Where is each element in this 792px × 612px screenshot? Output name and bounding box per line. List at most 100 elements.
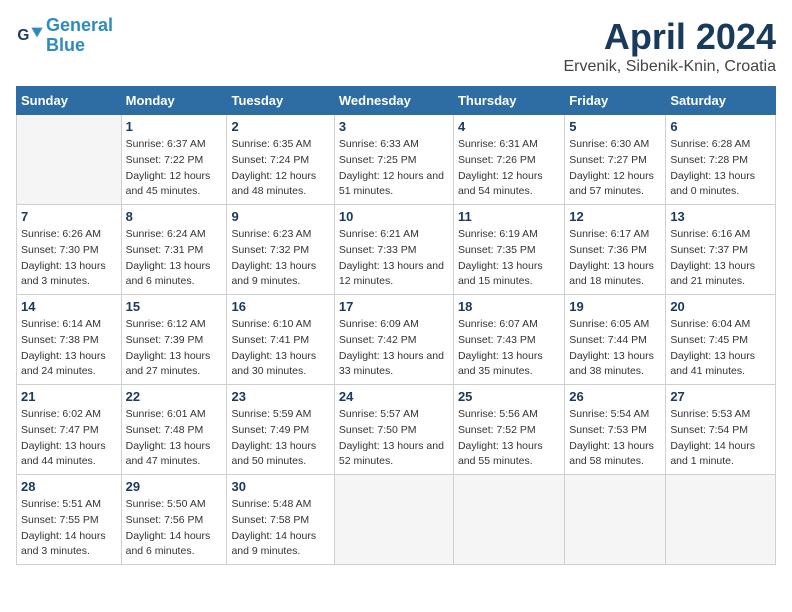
calendar-cell: 1 Sunrise: 6:37 AMSunset: 7:22 PMDaylight…: [121, 115, 227, 205]
day-info: Sunrise: 5:59 AMSunset: 7:49 PMDaylight:…: [231, 407, 329, 470]
day-info: Sunrise: 6:30 AMSunset: 7:27 PMDaylight:…: [569, 137, 661, 200]
calendar-cell: [453, 475, 564, 565]
day-number: 19: [569, 299, 661, 314]
calendar-cell: 24Sunrise: 5:57 AMSunset: 7:50 PMDayligh…: [334, 385, 453, 475]
page-header: G GeneralBlue April 2024 Ervenik, Sibeni…: [16, 16, 776, 76]
calendar-week-3: 14 Sunrise: 6:14 AMSunset: 7:38 PMDayligh…: [17, 295, 776, 385]
calendar-cell: 11 Sunrise: 6:19 AMSunset: 7:35 PMDayligh…: [453, 205, 564, 295]
day-info: Sunrise: 6:16 AMSunset: 7:37 PMDaylight:…: [670, 227, 771, 290]
day-info: Sunrise: 6:09 AMSunset: 7:42 PMDaylight:…: [339, 317, 449, 380]
day-number: 21: [21, 389, 117, 404]
day-number: 11: [458, 209, 560, 224]
day-info: Sunrise: 6:24 AMSunset: 7:31 PMDaylight:…: [126, 227, 223, 290]
day-info: Sunrise: 6:26 AMSunset: 7:30 PMDaylight:…: [21, 227, 117, 290]
calendar-cell: 29 Sunrise: 5:50 AMSunset: 7:56 PMDayligh…: [121, 475, 227, 565]
calendar-cell: 10Sunrise: 6:21 AMSunset: 7:33 PMDayligh…: [334, 205, 453, 295]
calendar-cell: 15 Sunrise: 6:12 AMSunset: 7:39 PMDayligh…: [121, 295, 227, 385]
header-day-tuesday: Tuesday: [227, 87, 334, 115]
day-number: 16: [231, 299, 329, 314]
day-info: Sunrise: 6:12 AMSunset: 7:39 PMDaylight:…: [126, 317, 223, 380]
day-info: Sunrise: 6:02 AMSunset: 7:47 PMDaylight:…: [21, 407, 117, 470]
day-number: 12: [569, 209, 661, 224]
logo: G GeneralBlue: [16, 16, 113, 56]
day-number: 8: [126, 209, 223, 224]
day-number: 20: [670, 299, 771, 314]
calendar-cell: 23 Sunrise: 5:59 AMSunset: 7:49 PMDayligh…: [227, 385, 334, 475]
header-day-monday: Monday: [121, 87, 227, 115]
calendar-header: SundayMondayTuesdayWednesdayThursdayFrid…: [17, 87, 776, 115]
day-number: 22: [126, 389, 223, 404]
calendar-cell: 20 Sunrise: 6:04 AMSunset: 7:45 PMDayligh…: [666, 295, 776, 385]
day-info: Sunrise: 5:51 AMSunset: 7:55 PMDaylight:…: [21, 497, 117, 560]
day-info: Sunrise: 5:48 AMSunset: 7:58 PMDaylight:…: [231, 497, 329, 560]
day-number: 25: [458, 389, 560, 404]
day-info: Sunrise: 6:17 AMSunset: 7:36 PMDaylight:…: [569, 227, 661, 290]
calendar-week-1: 1 Sunrise: 6:37 AMSunset: 7:22 PMDaylight…: [17, 115, 776, 205]
header-row: SundayMondayTuesdayWednesdayThursdayFrid…: [17, 87, 776, 115]
day-number: 4: [458, 119, 560, 134]
day-number: 1: [126, 119, 223, 134]
calendar-body: 1 Sunrise: 6:37 AMSunset: 7:22 PMDaylight…: [17, 115, 776, 565]
day-info: Sunrise: 5:56 AMSunset: 7:52 PMDaylight:…: [458, 407, 560, 470]
day-number: 2: [231, 119, 329, 134]
day-number: 3: [339, 119, 449, 134]
calendar-cell: 18Sunrise: 6:07 AMSunset: 7:43 PMDayligh…: [453, 295, 564, 385]
day-number: 23: [231, 389, 329, 404]
day-info: Sunrise: 6:23 AMSunset: 7:32 PMDaylight:…: [231, 227, 329, 290]
calendar-week-2: 7 Sunrise: 6:26 AMSunset: 7:30 PMDaylight…: [17, 205, 776, 295]
calendar-cell: 27Sunrise: 5:53 AMSunset: 7:54 PMDayligh…: [666, 385, 776, 475]
calendar-week-5: 28 Sunrise: 5:51 AMSunset: 7:55 PMDayligh…: [17, 475, 776, 565]
day-number: 30: [231, 479, 329, 494]
day-info: Sunrise: 6:01 AMSunset: 7:48 PMDaylight:…: [126, 407, 223, 470]
day-number: 28: [21, 479, 117, 494]
header-day-thursday: Thursday: [453, 87, 564, 115]
day-number: 14: [21, 299, 117, 314]
day-number: 17: [339, 299, 449, 314]
day-info: Sunrise: 6:04 AMSunset: 7:45 PMDaylight:…: [670, 317, 771, 380]
header-day-wednesday: Wednesday: [334, 87, 453, 115]
day-number: 15: [126, 299, 223, 314]
day-info: Sunrise: 6:37 AMSunset: 7:22 PMDaylight:…: [126, 137, 223, 200]
calendar-cell: 7 Sunrise: 6:26 AMSunset: 7:30 PMDaylight…: [17, 205, 122, 295]
calendar-cell: 17 Sunrise: 6:09 AMSunset: 7:42 PMDayligh…: [334, 295, 453, 385]
svg-text:G: G: [17, 27, 29, 44]
calendar-cell: 28 Sunrise: 5:51 AMSunset: 7:55 PMDayligh…: [17, 475, 122, 565]
day-info: Sunrise: 6:28 AMSunset: 7:28 PMDaylight:…: [670, 137, 771, 200]
calendar-cell: 5 Sunrise: 6:30 AMSunset: 7:27 PMDaylight…: [565, 115, 666, 205]
day-number: 29: [126, 479, 223, 494]
day-info: Sunrise: 5:54 AMSunset: 7:53 PMDaylight:…: [569, 407, 661, 470]
day-number: 5: [569, 119, 661, 134]
day-info: Sunrise: 6:14 AMSunset: 7:38 PMDaylight:…: [21, 317, 117, 380]
day-number: 10: [339, 209, 449, 224]
calendar-cell: 19 Sunrise: 6:05 AMSunset: 7:44 PMDayligh…: [565, 295, 666, 385]
calendar-title: April 2024: [563, 16, 776, 58]
header-day-saturday: Saturday: [666, 87, 776, 115]
calendar-table: SundayMondayTuesdayWednesdayThursdayFrid…: [16, 86, 776, 565]
calendar-cell: 13Sunrise: 6:16 AMSunset: 7:37 PMDayligh…: [666, 205, 776, 295]
calendar-cell: 2 Sunrise: 6:35 AMSunset: 7:24 PMDaylight…: [227, 115, 334, 205]
day-info: Sunrise: 6:07 AMSunset: 7:43 PMDaylight:…: [458, 317, 560, 380]
day-info: Sunrise: 5:50 AMSunset: 7:56 PMDaylight:…: [126, 497, 223, 560]
header-day-friday: Friday: [565, 87, 666, 115]
day-number: 26: [569, 389, 661, 404]
day-info: Sunrise: 6:19 AMSunset: 7:35 PMDaylight:…: [458, 227, 560, 290]
day-number: 6: [670, 119, 771, 134]
calendar-cell: 25 Sunrise: 5:56 AMSunset: 7:52 PMDayligh…: [453, 385, 564, 475]
calendar-cell: 21 Sunrise: 6:02 AMSunset: 7:47 PMDayligh…: [17, 385, 122, 475]
calendar-cell: 3Sunrise: 6:33 AMSunset: 7:25 PMDaylight…: [334, 115, 453, 205]
calendar-cell: 26 Sunrise: 5:54 AMSunset: 7:53 PMDayligh…: [565, 385, 666, 475]
calendar-cell: [334, 475, 453, 565]
day-info: Sunrise: 5:57 AMSunset: 7:50 PMDaylight:…: [339, 407, 449, 470]
day-number: 27: [670, 389, 771, 404]
calendar-cell: 4Sunrise: 6:31 AMSunset: 7:26 PMDaylight…: [453, 115, 564, 205]
calendar-cell: [666, 475, 776, 565]
logo-text: GeneralBlue: [46, 16, 113, 56]
day-info: Sunrise: 6:05 AMSunset: 7:44 PMDaylight:…: [569, 317, 661, 380]
day-info: Sunrise: 6:35 AMSunset: 7:24 PMDaylight:…: [231, 137, 329, 200]
day-number: 9: [231, 209, 329, 224]
header-day-sunday: Sunday: [17, 87, 122, 115]
day-info: Sunrise: 6:10 AMSunset: 7:41 PMDaylight:…: [231, 317, 329, 380]
calendar-cell: 14 Sunrise: 6:14 AMSunset: 7:38 PMDayligh…: [17, 295, 122, 385]
day-number: 7: [21, 209, 117, 224]
logo-icon: G: [16, 22, 44, 50]
